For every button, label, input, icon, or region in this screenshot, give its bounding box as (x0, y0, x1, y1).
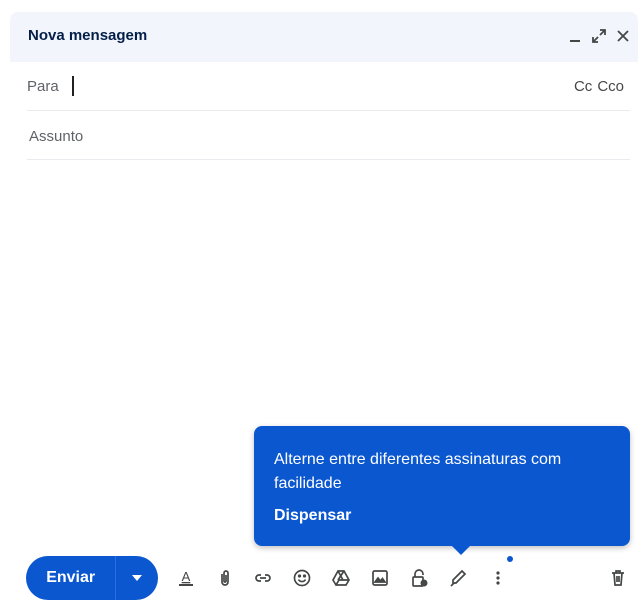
drive-icon[interactable] (329, 566, 353, 590)
tooltip-message: Alterne entre diferentes assinaturas com… (274, 451, 562, 492)
recipients-row: Para Cc Cco (27, 62, 630, 111)
svg-text:A: A (182, 569, 191, 584)
photo-icon[interactable] (368, 566, 392, 590)
window-controls (566, 26, 632, 46)
text-cursor (72, 76, 74, 96)
attach-icon[interactable] (213, 566, 237, 590)
more-options-icon[interactable] (486, 566, 510, 590)
send-button-group: Enviar (26, 556, 158, 600)
to-input[interactable] (73, 72, 547, 102)
dismiss-button[interactable]: Dispensar (274, 507, 351, 525)
link-icon[interactable] (251, 566, 275, 590)
signature-tooltip: Alterne entre diferentes assinaturas com… (254, 426, 630, 546)
tooltip-arrow (451, 545, 471, 555)
subject-input[interactable] (27, 121, 621, 151)
fullscreen-icon[interactable] (590, 26, 608, 46)
compose-title: Nova mensagem (28, 27, 148, 44)
formatting-icon[interactable]: A (174, 566, 198, 590)
subject-row (27, 111, 630, 160)
signature-icon[interactable] (446, 566, 470, 590)
delete-icon[interactable] (606, 566, 630, 590)
notification-dot (507, 556, 513, 562)
cc-link[interactable]: Cc (574, 78, 592, 95)
send-button[interactable]: Enviar (26, 556, 117, 600)
minimize-icon[interactable] (566, 26, 584, 46)
compose-window: Nova mensagem Para Cc Cco Alter (10, 12, 638, 608)
confidential-icon[interactable] (407, 566, 431, 590)
close-icon[interactable] (614, 26, 632, 46)
cc-bcc-links: Cc Cco (574, 78, 624, 95)
compose-toolbar: Enviar A (10, 556, 638, 600)
compose-header[interactable]: Nova mensagem (10, 12, 638, 62)
to-label: Para (27, 78, 59, 95)
emoji-icon[interactable] (290, 566, 314, 590)
bcc-link[interactable]: Cco (597, 78, 624, 95)
send-options-icon[interactable] (116, 556, 158, 600)
